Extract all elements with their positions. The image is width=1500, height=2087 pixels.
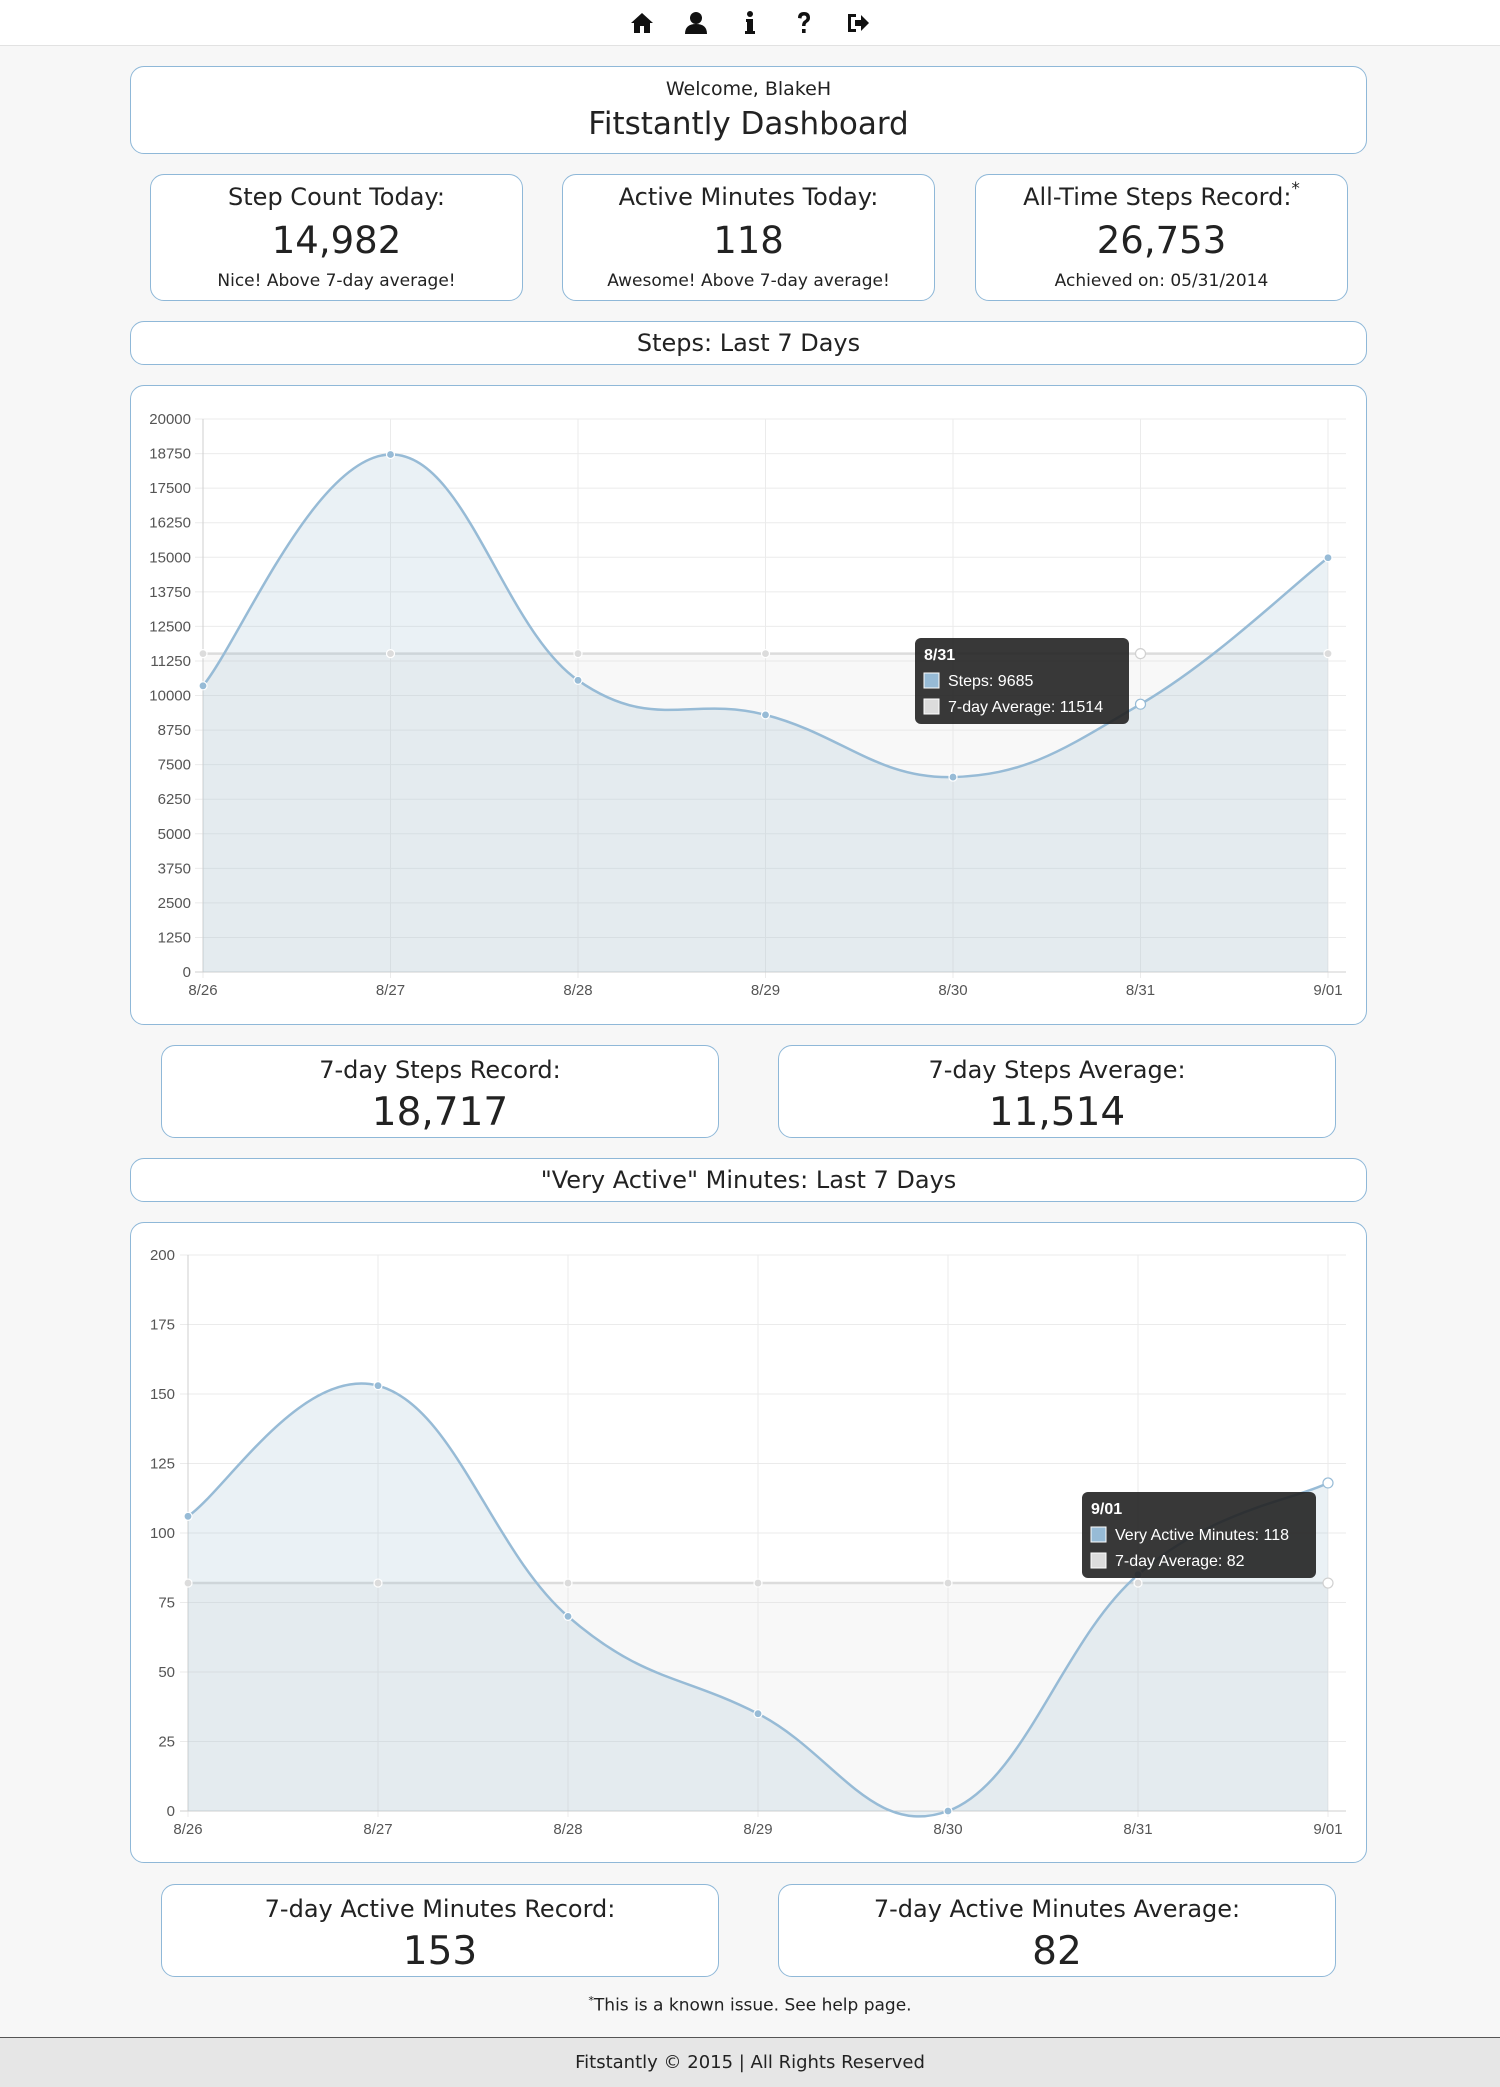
average-point (943, 1578, 953, 1588)
y-tick-label: 0 (183, 964, 191, 981)
x-tick-label: 8/31 (1126, 982, 1155, 999)
average-point (198, 649, 208, 659)
x-tick-label: 8/29 (751, 982, 780, 999)
series-point (1134, 698, 1147, 710)
series-point (373, 1381, 383, 1391)
tooltip-line: 7-day Average: 11514 (948, 699, 1103, 716)
tooltip-swatch (1090, 1552, 1107, 1569)
series-point (563, 1611, 573, 1622)
series-point (573, 675, 583, 685)
series-point (753, 1709, 763, 1719)
average-point (760, 649, 771, 659)
y-tick-label: 12500 (149, 618, 191, 635)
average-point (1322, 1577, 1334, 1589)
tooltip-title: 8/31 (924, 647, 955, 664)
x-tick-label: 8/30 (938, 982, 967, 999)
x-tick-label: 8/29 (743, 1821, 772, 1838)
series-point (385, 449, 396, 460)
average-point (1134, 648, 1147, 660)
series-point (198, 681, 208, 691)
minutes-chart: 0 25 50 75 100 125 150 175 200 8/26 8/27 8/28 8/29 8/… (150, 1247, 1346, 1838)
average-point (373, 1578, 383, 1588)
tooltip-title: 9/01 (1091, 1501, 1122, 1518)
y-tick-label: 7500 (158, 757, 191, 774)
x-tick-label: 8/26 (188, 982, 217, 999)
charts-layer: 0125025003750500062507500875010000112501… (149, 411, 1346, 1838)
y-tick-label: 15000 (149, 549, 191, 566)
y-tick-label: 0 (167, 1803, 175, 1820)
y-tick-label: 100 (150, 1525, 175, 1542)
x-tick-label: 8/30 (933, 1821, 962, 1838)
y-tick-label: 8750 (158, 722, 191, 739)
average-point (1323, 649, 1333, 659)
x-tick-label: 8/28 (553, 1821, 582, 1838)
average-point (183, 1578, 193, 1588)
y-tick-label: 50 (158, 1664, 175, 1681)
series-point (183, 1511, 193, 1521)
y-tick-label: 16250 (149, 515, 191, 532)
y-tick-label: 6250 (158, 791, 191, 808)
tooltip-swatch (1090, 1526, 1107, 1543)
tooltip-line: Steps: 9685 (948, 673, 1034, 690)
series-point (943, 1806, 953, 1816)
steps-tooltip: 8/31 Steps: 9685 7-day Average: 11514 (915, 638, 1129, 724)
tooltip-line: Very Active Minutes: 118 (1115, 1527, 1289, 1544)
average-point (385, 649, 396, 659)
y-tick-label: 125 (150, 1456, 175, 1473)
y-tick-label: 150 (150, 1386, 175, 1403)
x-tick-label: 8/28 (563, 982, 592, 999)
x-tick-label: 9/01 (1313, 1821, 1342, 1838)
series-point (1322, 1477, 1334, 1489)
series-point (948, 772, 958, 782)
tooltip-line: 7-day Average: 82 (1115, 1553, 1245, 1570)
average-point (563, 1578, 573, 1588)
y-tick-label: 2500 (158, 895, 191, 912)
average-point (573, 649, 583, 659)
x-tick-label: 8/27 (376, 982, 405, 999)
average-point (753, 1578, 763, 1588)
series-point (1323, 553, 1333, 563)
y-tick-label: 10000 (149, 688, 191, 705)
y-tick-label: 3750 (158, 860, 191, 877)
average-point (1133, 1578, 1143, 1588)
y-tick-label: 175 (150, 1317, 175, 1334)
y-tick-label: 75 (158, 1595, 175, 1612)
x-tick-label: 8/27 (363, 1821, 392, 1838)
x-tick-label: 8/26 (173, 1821, 202, 1838)
y-tick-label: 200 (150, 1247, 175, 1264)
y-tick-label: 17500 (149, 480, 191, 497)
tooltip-swatch (923, 698, 940, 715)
x-tick-label: 8/31 (1123, 1821, 1152, 1838)
y-tick-label: 11250 (150, 653, 191, 670)
tooltip-swatch (923, 672, 940, 689)
series-point (760, 710, 771, 720)
y-tick-label: 20000 (149, 411, 191, 428)
y-tick-label: 18750 (149, 446, 191, 463)
x-tick-label: 9/01 (1313, 982, 1342, 999)
y-tick-label: 1250 (158, 929, 191, 946)
y-tick-label: 5000 (158, 826, 191, 843)
y-tick-label: 25 (158, 1734, 175, 1751)
minutes-tooltip: 9/01 Very Active Minutes: 118 7-day Averag… (1082, 1492, 1316, 1578)
steps-chart: 0 1250 2500 3750 5000 6250 7500 8750 10000 11250 1… (149, 411, 1346, 999)
y-tick-label: 13750 (149, 584, 191, 601)
